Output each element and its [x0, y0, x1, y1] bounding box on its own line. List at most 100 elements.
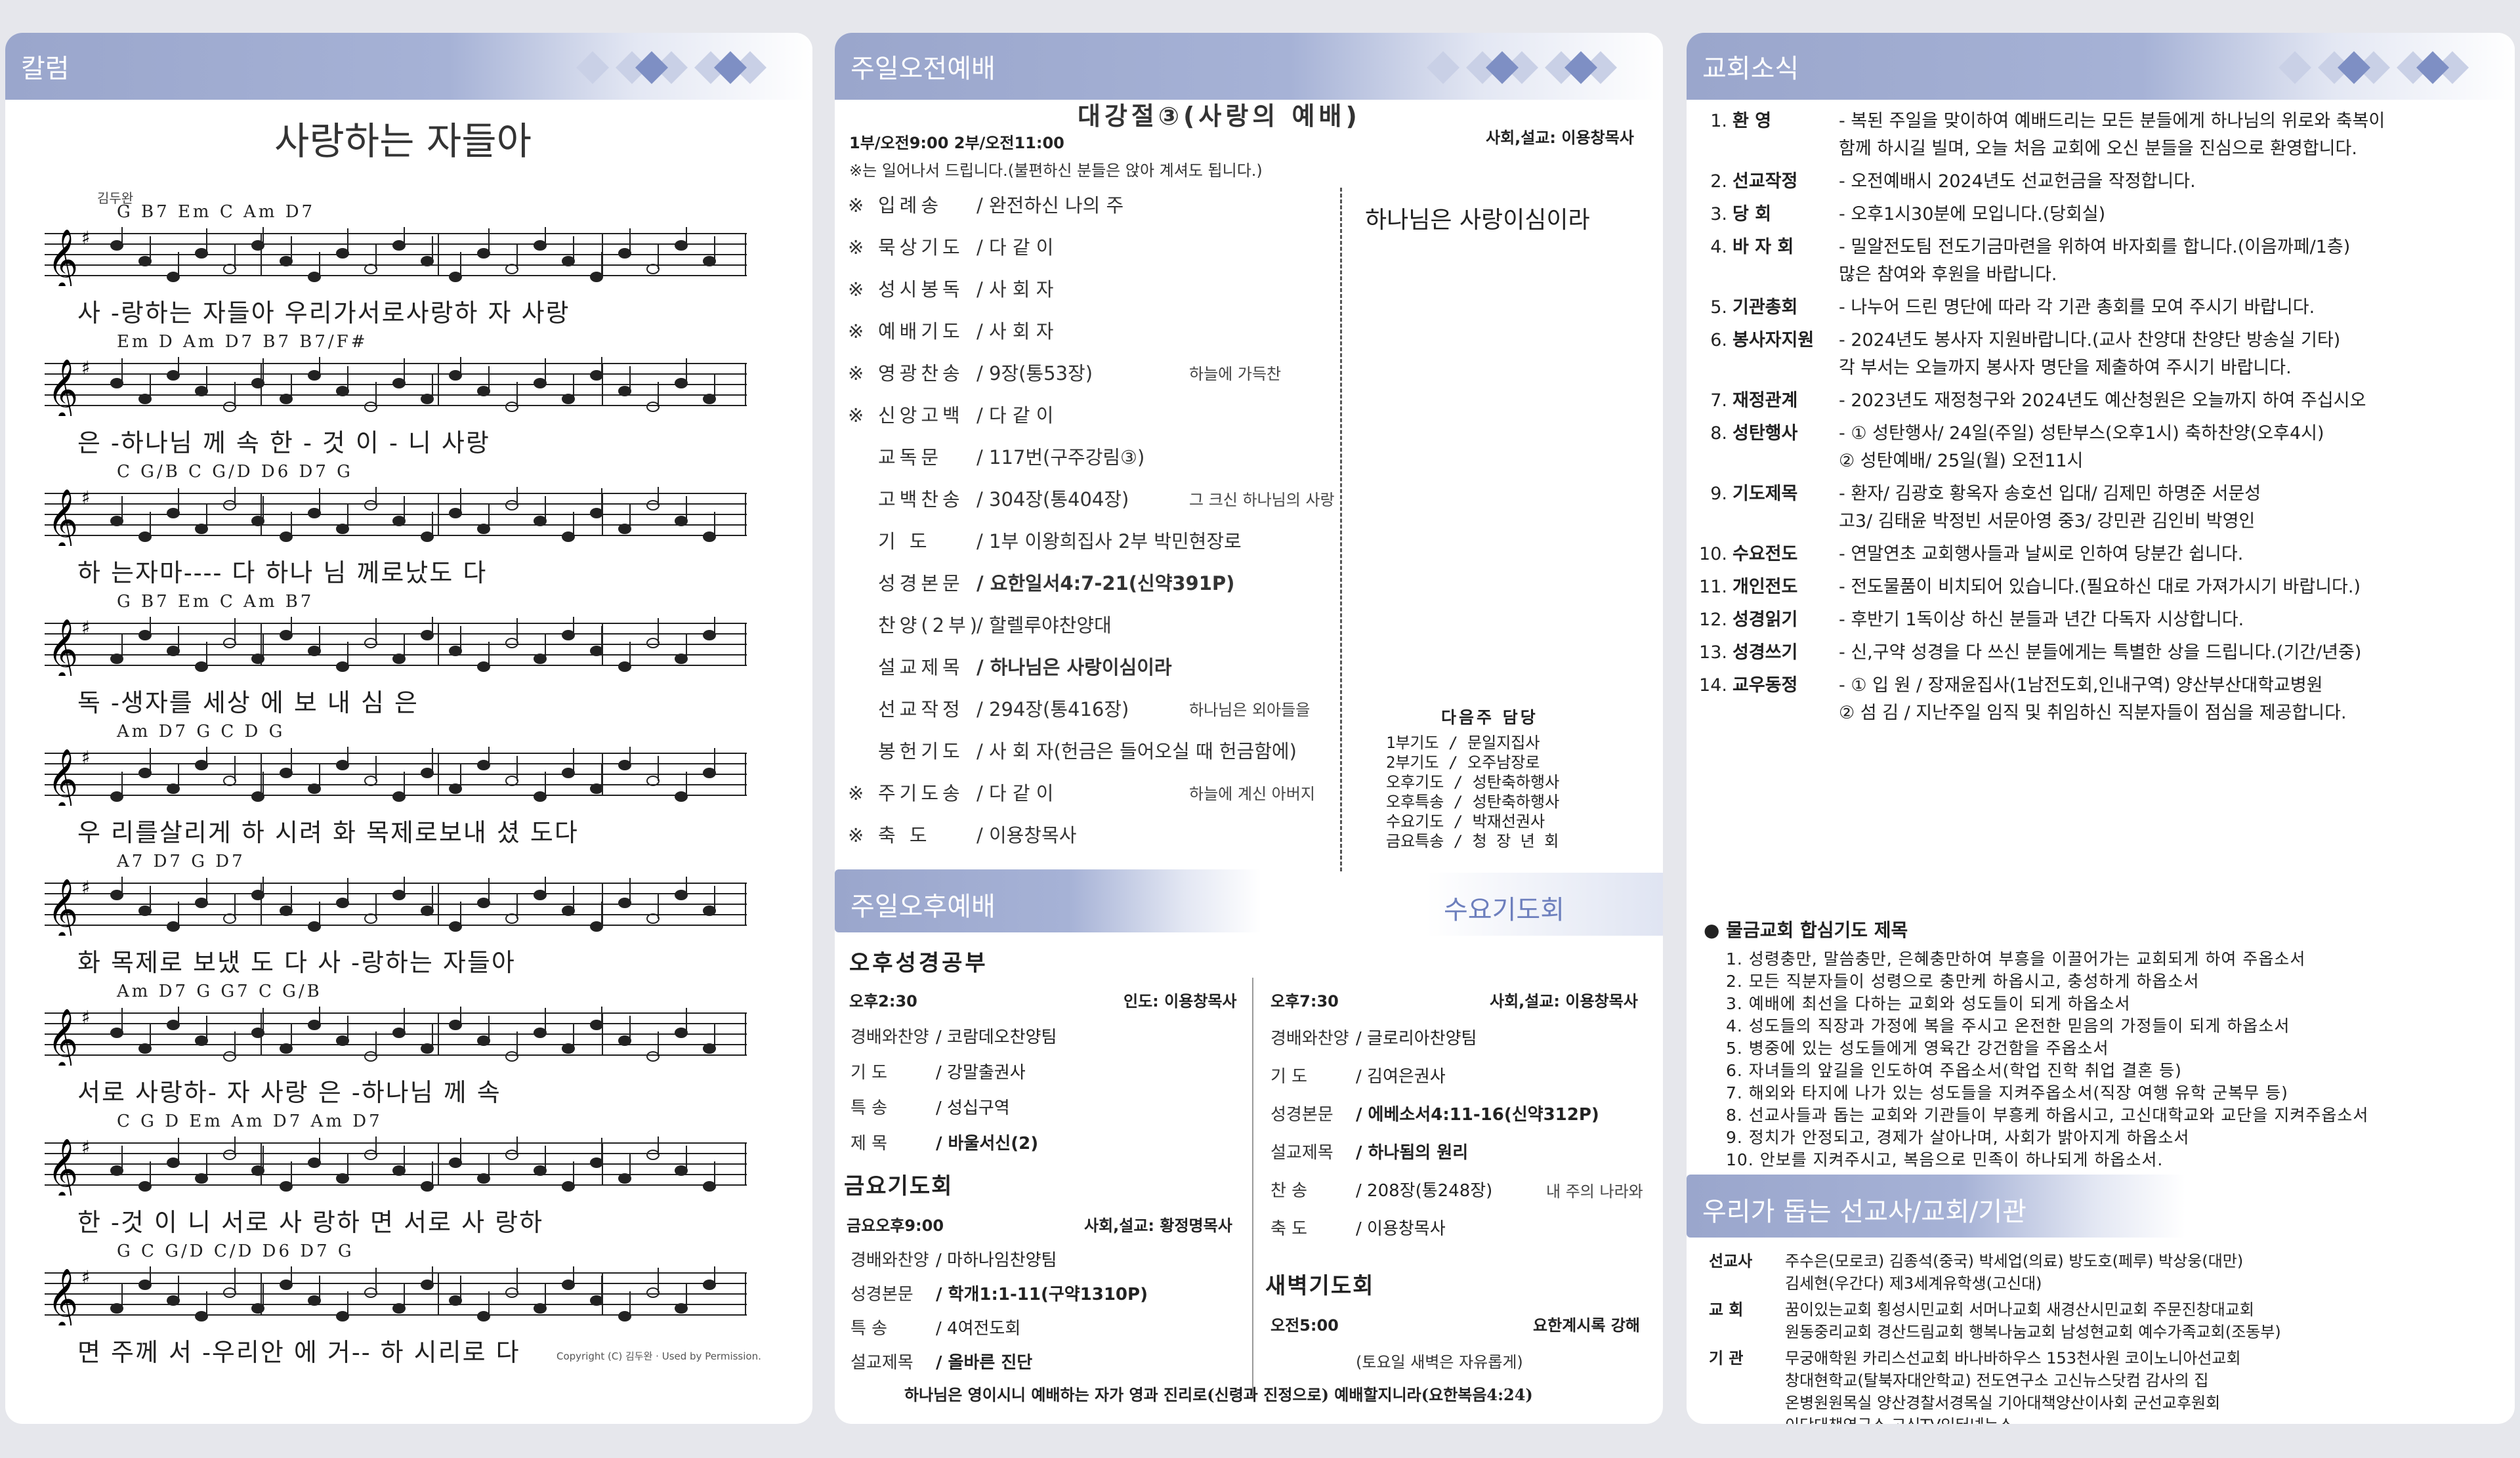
- news-item: 11. 개인전도: [1698, 572, 1811, 598]
- dawn-time: 오전5:00: [1270, 1316, 1339, 1335]
- order-divider: [1340, 188, 1342, 883]
- order-value: / 1부 이왕희집사 2부 박민현장로: [976, 530, 1242, 552]
- news-line: 많은 참여와 후원을 바랍니다.: [1839, 264, 2057, 285]
- scripture-verse: 하나님은 영이시니 예배하는 자가 영과 진리로(신령과 진정으로) 예배할지니…: [904, 1385, 1533, 1404]
- order-value: / 다 같 이: [976, 404, 1054, 427]
- list-value: / 마하나임찬양팀: [936, 1251, 1057, 1270]
- news-line: - 2024년도 봉사자 지원바랍니다.(교사 찬양대 찬양단 방송실 기타): [1839, 330, 2341, 350]
- staff: 𝄞 ♯: [45, 487, 747, 546]
- list-label: 설교제목: [850, 1353, 914, 1373]
- afternoon-time: 오후2:30: [849, 992, 917, 1010]
- news-key: 성경읽기: [1732, 610, 1798, 630]
- afternoon-leader: 인도: 이용창목사: [1124, 992, 1237, 1010]
- order-value: / 117번(구주강림③): [976, 446, 1145, 469]
- order-star: ※: [848, 824, 864, 846]
- lyric-row: 우 리를살리게 하 시려 화 목제로보내 셨 도다: [77, 818, 579, 847]
- news-line: 고3/ 김태윤 박정빈 서문아영 중3/ 강민관 김인비 박영인: [1839, 511, 2256, 531]
- order-label: 선교작정: [878, 698, 964, 720]
- support-line: 꿈이있는교회 횡성시민교회 서머나교회 새경산시민교회 주문진창대교회: [1785, 1301, 2254, 1319]
- order-value: / 하나님은 사랑이심이라: [976, 656, 1172, 678]
- svg-text:♯: ♯: [81, 1136, 91, 1158]
- news-line: - ① 성탄행사/ 24일(주일) 성탄부스(오후1시) 축하찬양(오후4시): [1839, 423, 2324, 444]
- lyric-row: 화 목제로 보냈 도 다 사 -랑하는 자들아: [77, 948, 516, 977]
- order-value: / 요한일서4:7-21(신약391P): [976, 572, 1235, 594]
- list-item: 축 도 / 이용창목사: [1270, 1215, 1446, 1239]
- chord-row: Am D7 G C D G: [117, 722, 285, 741]
- order-label: 설교제목: [878, 656, 964, 678]
- order-value: / 294장(통416장): [976, 698, 1129, 720]
- list-item: 경배와찬양 / 글로리아찬양팀: [1270, 1025, 1477, 1049]
- news-item: 10. 수요전도: [1698, 539, 1811, 565]
- order-star: ※: [848, 362, 864, 385]
- order-item: ※ 신앙고백 / 다 같 이: [848, 400, 1053, 428]
- support-line: 김세현(우간다) 제3세계유학생(고신대): [1785, 1274, 2042, 1293]
- news-item: 5. 기관총회: [1698, 293, 1811, 318]
- order-label: 신앙고백: [878, 404, 964, 427]
- list-label: 축 도: [1270, 1219, 1308, 1239]
- prayer-item: 9. 정치가 안정되고, 경제가 살아나며, 사회가 밝아지게 하옵소서: [1726, 1128, 2190, 1147]
- prayer-item: 2. 모든 직분자들이 성령으로 충만케 하옵시고, 충성하게 하옵소서: [1726, 972, 2200, 991]
- support-line: 온병원원목실 양산경찰서경목실 기아대책양산이사회 군선교후원회: [1785, 1394, 2221, 1412]
- chord-row: C G D Em Am D7 Am D7: [117, 1112, 383, 1131]
- worship-panel: 주일오전예배 대강절③(사랑의 예배) 1부/오전9:00 2부/오전11:00…: [835, 33, 1663, 1424]
- list-value: / 글로리아찬양팀: [1356, 1029, 1477, 1049]
- svg-text:♯: ♯: [81, 877, 91, 898]
- dawn-note: (토요일 새벽은 자유롭게): [1356, 1353, 1523, 1371]
- staff: 𝄞 ♯: [45, 1266, 747, 1325]
- svg-text:♯: ♯: [81, 227, 91, 249]
- staff: 𝄞 ♯: [45, 1007, 747, 1066]
- order-item: 설교제목 / 하나님은 사랑이심이라: [848, 652, 1172, 680]
- list-label: 성경본문: [850, 1285, 914, 1304]
- order-side-note: 하늘에 가득찬: [1189, 365, 1282, 383]
- svg-text:𝄞: 𝄞: [47, 488, 78, 546]
- svg-text:𝄞: 𝄞: [47, 618, 78, 676]
- support-header-title: 우리가 돕는 선교사/교회/기관: [1702, 1197, 2026, 1227]
- afternoon-header-title: 주일오후예배: [850, 892, 996, 922]
- order-item: ※ 주기도송 / 다 같 이: [848, 778, 1053, 806]
- news-key: 재정관계: [1732, 390, 1798, 411]
- list-side-note: 내 주의 나라와: [1546, 1182, 1643, 1201]
- order-side-note: 그 크신 하나님의 사랑: [1189, 491, 1335, 509]
- prayer-title: ● 물금교회 합심기도 제목: [1704, 919, 1908, 941]
- order-item: ※ 영광찬송 / 9장(통53장): [848, 358, 1093, 386]
- support-line: 이단대책연구소 고신TV인터넷뉴스: [1785, 1412, 2013, 1424]
- wednesday-header: 수요기도회: [1268, 873, 1663, 936]
- wednesday-officiant: 사회,설교: 이용창목사: [1490, 992, 1638, 1010]
- news-line: - 밀알전도팀 전도기금마련을 위하여 바자회를 합니다.(이음까페/1층): [1839, 237, 2351, 257]
- news-item: 6. 봉사자지원: [1698, 325, 1814, 351]
- copyright-text: Copyright (C) 김두완 · Used by Permission.: [556, 1350, 761, 1362]
- order-value: / 다 같 이: [976, 236, 1054, 259]
- list-value: / 하나됨의 원리: [1356, 1143, 1469, 1163]
- chord-row: C G/B C G/D D6 D7 G: [117, 462, 353, 482]
- news-key: 수요전도: [1732, 544, 1798, 564]
- list-label: 경배와찬양: [850, 1251, 929, 1270]
- order-label: 성경본문: [878, 572, 964, 594]
- news-item: 7. 재정관계: [1698, 386, 1811, 411]
- order-star: ※: [848, 194, 864, 217]
- order-item: 선교작정 / 294장(통416장): [848, 694, 1129, 722]
- order-star: ※: [848, 782, 864, 804]
- order-label: 주기도송: [878, 782, 964, 804]
- morning-times: 1부/오전9:00 2부/오전11:00: [849, 134, 1064, 152]
- svg-text:♯: ♯: [81, 487, 91, 509]
- prayer-item: 6. 자녀들의 앞길을 인도하여 주옵소서(학업 진학 취업 결혼 등): [1726, 1061, 2182, 1080]
- list-value: / 에베소서4:11-16(신약312P): [1356, 1105, 1599, 1125]
- news-number: 11.: [1699, 577, 1727, 597]
- order-value: / 304장(통404장): [976, 488, 1129, 510]
- news-key: 환 영: [1732, 111, 1772, 131]
- staff: 𝄞 ♯: [45, 227, 747, 286]
- order-item: 기 도 / 1부 이왕희집사 2부 박민현장로: [848, 526, 1242, 554]
- column-rule: [1252, 978, 1253, 1398]
- order-item: 고백찬송 / 304장(통404장): [848, 484, 1129, 512]
- order-item: ※ 예배기도 / 사 회 자: [848, 316, 1053, 344]
- news-key: 기도제목: [1732, 484, 1798, 504]
- news-number: 7.: [1710, 390, 1727, 411]
- lyric-row: 사 -랑하는 자들아 우리가서로사랑하 자 사랑: [77, 299, 570, 327]
- list-item: 기 도 / 김여은권사: [1270, 1063, 1446, 1087]
- list-item: 설교제목 / 하나됨의 원리: [1270, 1139, 1468, 1163]
- diamond-pattern-icon: [2278, 51, 2469, 84]
- prayer-item: 5. 병중에 있는 성도들에게 영육간 강건함을 주옵소서: [1726, 1039, 2109, 1058]
- list-item: 찬 송 / 208장(통248장): [1270, 1177, 1492, 1201]
- news-key: 바 자 회: [1732, 237, 1794, 257]
- news-line: ② 성탄예배/ 25일(월) 오전11시: [1839, 451, 2084, 471]
